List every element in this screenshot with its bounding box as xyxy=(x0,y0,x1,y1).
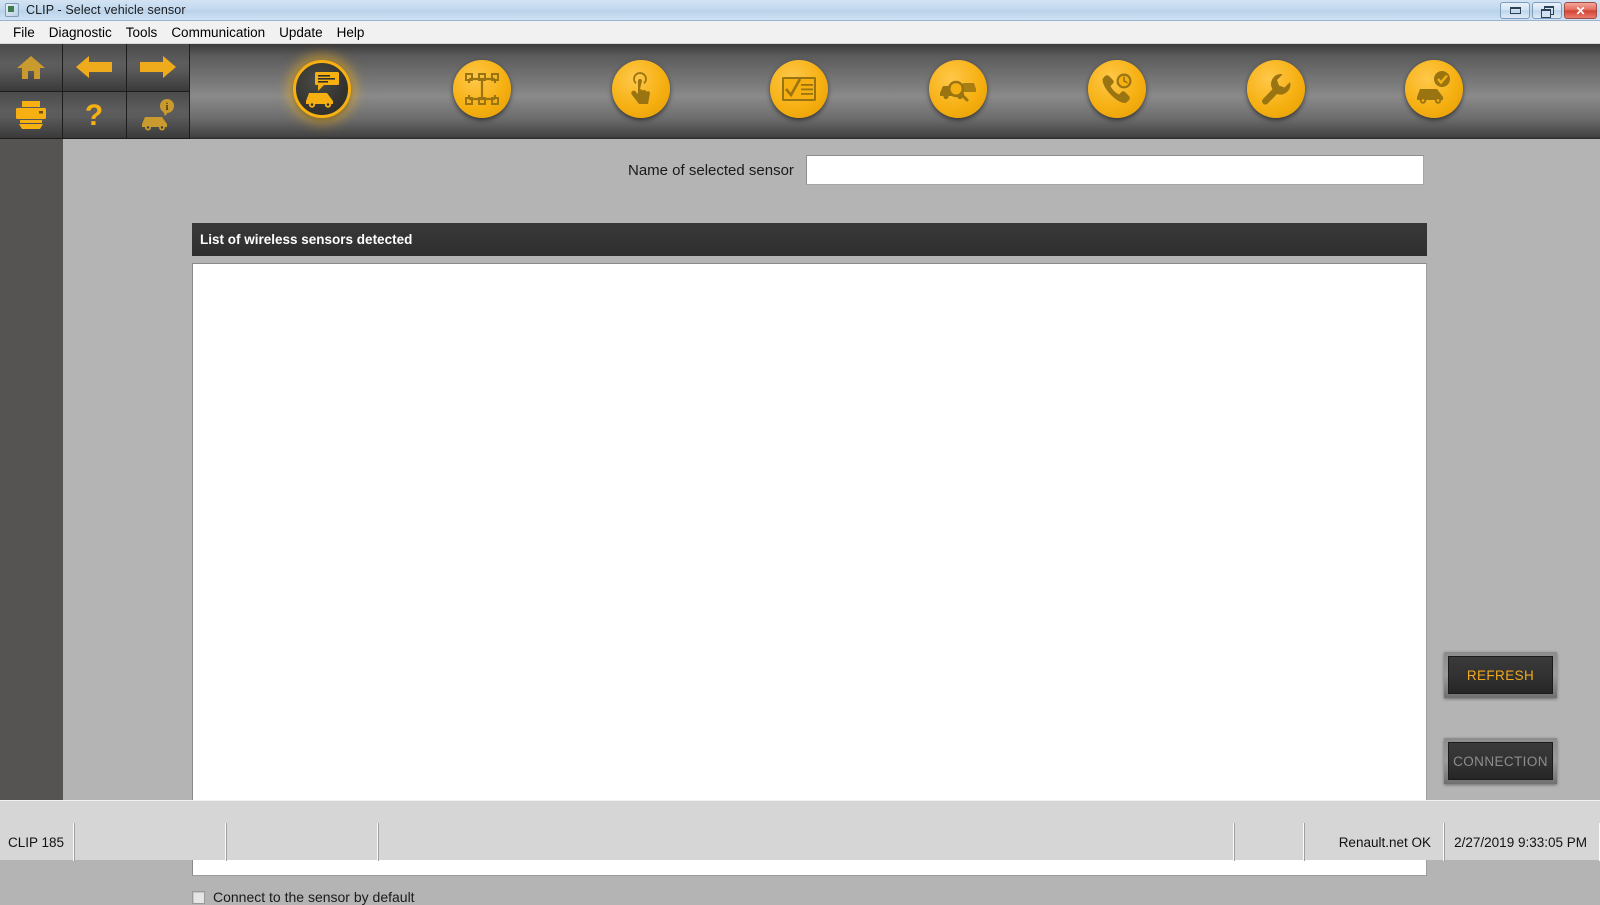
menu-tools[interactable]: Tools xyxy=(119,23,165,42)
refresh-button[interactable]: REFRESH xyxy=(1444,652,1557,698)
help-question-icon: ? xyxy=(82,99,106,131)
menu-update[interactable]: Update xyxy=(272,23,330,42)
window-title-bar: CLIP - Select vehicle sensor ✕ xyxy=(0,0,1600,21)
status-clip-version: CLIP 185 xyxy=(0,823,74,861)
minimize-button[interactable] xyxy=(1500,2,1530,19)
wireless-sensors-list-header: List of wireless sensors detected xyxy=(192,223,1427,256)
arrow-left-icon xyxy=(74,54,114,80)
connect-by-default-row[interactable]: Connect to the sensor by default xyxy=(192,889,415,905)
home-icon xyxy=(16,53,46,81)
toolbar-vehicle-search-button[interactable] xyxy=(929,60,987,118)
restore-icon xyxy=(1541,5,1554,18)
main-content-panel: Name of selected sensor List of wireless… xyxy=(63,139,1600,905)
minimize-icon xyxy=(1509,7,1521,14)
close-button[interactable]: ✕ xyxy=(1564,2,1597,19)
close-icon: ✕ xyxy=(1575,3,1586,18)
toolbar-phone-support-button[interactable] xyxy=(1088,60,1146,118)
touch-select-icon xyxy=(626,71,656,107)
status-bar: CLIP 185 Renault.net OK 2/27/2019 9:33:0… xyxy=(0,800,1600,861)
vehicle-check-icon xyxy=(1414,71,1454,107)
vehicle-identification-icon xyxy=(302,70,342,108)
home-button[interactable] xyxy=(0,44,64,92)
selected-sensor-input[interactable] xyxy=(805,155,1424,185)
connection-button-label: CONNECTION xyxy=(1448,742,1553,780)
connection-button: CONNECTION xyxy=(1444,738,1557,784)
svg-text:?: ? xyxy=(85,99,103,131)
status-cell-3 xyxy=(226,823,378,861)
restore-button[interactable] xyxy=(1532,2,1562,19)
ecu-network-icon xyxy=(464,72,500,106)
menu-file[interactable]: File xyxy=(6,23,42,42)
connect-by-default-checkbox[interactable] xyxy=(192,890,205,904)
window-title: CLIP - Select vehicle sensor xyxy=(26,3,186,17)
selected-sensor-label: Name of selected sensor xyxy=(628,161,794,179)
toolbar-vehicle-check-button[interactable] xyxy=(1405,60,1463,118)
status-cell-4 xyxy=(378,823,1234,861)
wrench-icon xyxy=(1260,72,1292,106)
status-network: Renault.net OK xyxy=(1304,823,1444,861)
wireless-sensors-list[interactable] xyxy=(192,263,1427,876)
back-button[interactable] xyxy=(63,44,127,92)
print-icon xyxy=(14,100,48,130)
connect-by-default-label: Connect to the sensor by default xyxy=(213,889,415,905)
toolbar-icon-row xyxy=(190,44,1600,139)
vehicle-info-button[interactable]: i xyxy=(126,91,190,139)
left-rail xyxy=(0,139,63,800)
navigation-button-grid: ? i xyxy=(0,44,190,139)
help-button[interactable]: ? xyxy=(63,91,127,139)
toolbar-checklist-button[interactable] xyxy=(770,60,828,118)
toolbar-wrench-button[interactable] xyxy=(1247,60,1305,118)
checklist-icon xyxy=(781,75,817,103)
selected-sensor-row: Name of selected sensor xyxy=(628,155,1424,185)
menu-help[interactable]: Help xyxy=(330,23,372,42)
vehicle-info-icon: i xyxy=(136,98,180,131)
arrow-right-icon xyxy=(138,54,178,80)
status-datetime: 2/27/2019 9:33:05 PM xyxy=(1444,823,1600,861)
status-bar-row: CLIP 185 Renault.net OK 2/27/2019 9:33:0… xyxy=(0,823,1600,861)
forward-button[interactable] xyxy=(126,44,190,92)
menu-bar: File Diagnostic Tools Communication Upda… xyxy=(0,21,1600,44)
svg-text:i: i xyxy=(165,102,168,113)
print-button[interactable] xyxy=(0,91,64,139)
toolbar-touch-select-button[interactable] xyxy=(612,60,670,118)
vehicle-search-icon xyxy=(938,75,978,103)
status-cell-2 xyxy=(74,823,226,861)
window-controls: ✕ xyxy=(1500,2,1597,19)
menu-diagnostic[interactable]: Diagnostic xyxy=(42,23,119,42)
app-icon xyxy=(5,3,19,17)
phone-support-icon xyxy=(1100,72,1134,106)
toolbar-vehicle-identification-button[interactable] xyxy=(293,60,351,118)
toolbar-ecu-network-button[interactable] xyxy=(453,60,511,118)
menu-communication[interactable]: Communication xyxy=(164,23,272,42)
refresh-button-label: REFRESH xyxy=(1448,656,1553,694)
status-cell-5 xyxy=(1234,823,1304,861)
